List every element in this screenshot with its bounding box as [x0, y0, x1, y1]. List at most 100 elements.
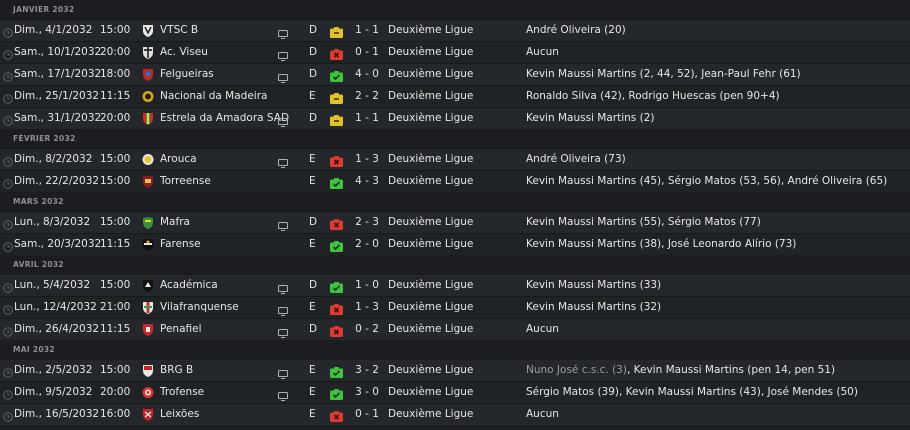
match-score[interactable]: 1 - 1 — [343, 20, 391, 41]
match-score[interactable]: 1 - 3 — [343, 149, 391, 170]
match-score[interactable]: 0 - 1 — [343, 42, 391, 63]
competition-link[interactable]: Deuxième Ligue — [388, 86, 473, 107]
match-date: Sam., 17/1/2032 — [14, 68, 102, 80]
match-row[interactable]: Dim., 25/1/2032 11:15 Nacional da Madeira E… — [0, 85, 910, 107]
competition-link[interactable]: Deuxième Ligue — [388, 382, 473, 403]
match-row[interactable]: Dim., 16/5/2032 16:00 Leixões E 0 - 1 Deuxièm… — [0, 403, 910, 425]
draw-result-icon — [330, 91, 343, 104]
competition-link[interactable]: Deuxième Ligue — [388, 108, 473, 129]
loss-result-icon — [330, 154, 343, 167]
viseu-crest-icon — [142, 46, 154, 59]
scorers-text: , Kevin Maussi Martins (pen 14, pen 51) — [626, 364, 836, 376]
competition-link[interactable]: Deuxième Ligue — [388, 171, 473, 192]
competition-link[interactable]: Deuxième Ligue — [388, 234, 473, 255]
farense-crest-icon — [142, 238, 154, 251]
match-date: Dim., 25/1/2032 — [14, 90, 100, 102]
match-row[interactable]: Lun., 5/4/2032 15:00 Académica D 1 - 0 Deuxiè… — [0, 274, 910, 296]
match-date: Sam., 10/1/2032 — [14, 46, 102, 58]
opponent-link[interactable]: Ac. Viseu — [160, 42, 208, 63]
arouca-crest-icon — [142, 153, 154, 166]
match-score[interactable]: 4 - 0 — [343, 64, 391, 85]
match-score[interactable]: 3 - 2 — [343, 360, 391, 381]
match-score[interactable]: 0 - 1 — [343, 404, 391, 425]
opponent-link[interactable]: Estrela da Amadora SAD — [160, 108, 289, 129]
venue-indicator: D — [309, 24, 318, 36]
match-score[interactable]: 4 - 3 — [343, 171, 391, 192]
match-row[interactable]: Dim., 26/4/2032 11:15 Penafiel D 0 - 2 Deuxiè… — [0, 318, 910, 340]
match-time: 18:00 — [100, 68, 131, 80]
match-time: 20:00 — [100, 112, 131, 124]
venue-indicator: D — [309, 279, 318, 291]
opponent-link[interactable]: Penafiel — [160, 319, 202, 340]
opponent-link[interactable]: Torreense — [160, 171, 211, 192]
scorers-text: Kevin Maussi Martins (33) — [526, 279, 662, 291]
clock-icon — [3, 365, 13, 378]
clock-icon — [3, 239, 13, 252]
match-row[interactable]: Sam., 17/1/2032 18:00 Felgueiras D 4 - 0 Deux… — [0, 63, 910, 85]
match-time: 11:15 — [100, 90, 131, 102]
match-date: Dim., 2/5/2032 — [14, 364, 93, 376]
match-row[interactable]: Dim., 4/1/2032 15:00 VTSC B D 1 - 1 Deuxième … — [0, 19, 910, 41]
match-row[interactable]: Dim., 8/2/2032 15:00 Arouca E 1 - 3 Deuxième … — [0, 148, 910, 170]
competition-link[interactable]: Deuxième Ligue — [388, 319, 473, 340]
loss-result-icon — [330, 47, 343, 60]
scorers-text: Aucun — [526, 323, 559, 335]
match-row[interactable]: Sam., 31/1/2032 20:00 Estrela da Amadora S… — [0, 107, 910, 129]
opponent-link[interactable]: Nacional da Madeira — [160, 86, 267, 107]
match-score[interactable]: 1 - 1 — [343, 108, 391, 129]
opponent-link[interactable]: Leixões — [160, 404, 199, 425]
match-score[interactable]: 0 - 2 — [343, 319, 391, 340]
competition-link[interactable]: Deuxième Ligue — [388, 149, 473, 170]
competition-link[interactable]: Deuxième Ligue — [388, 360, 473, 381]
venue-indicator: D — [309, 46, 318, 58]
match-date: Sam., 20/3/2032 — [14, 238, 102, 250]
match-score[interactable]: 1 - 0 — [343, 275, 391, 296]
match-row[interactable]: Lun., 8/3/2032 15:00 Mafra D 2 - 3 Deuxième L… — [0, 211, 910, 233]
scorers-text: Kevin Maussi Martins (32) — [526, 301, 662, 313]
opponent-link[interactable]: Trofense — [160, 382, 204, 403]
match-score[interactable]: 2 - 2 — [343, 86, 391, 107]
scorers-text: Sérgio Matos (39), Kevin Maussi Martins … — [526, 386, 858, 398]
competition-link[interactable]: Deuxième Ligue — [388, 404, 473, 425]
match-row[interactable]: Dim., 9/5/2032 20:00 Trofense E 3 - 0 Deuxièm… — [0, 381, 910, 403]
competition-link[interactable]: Deuxième Ligue — [388, 275, 473, 296]
venue-indicator: D — [309, 323, 318, 335]
opponent-link[interactable]: VTSC B — [160, 20, 198, 41]
tv-icon — [278, 114, 288, 127]
penafiel-crest-icon — [142, 323, 154, 336]
academica-crest-icon — [142, 279, 154, 292]
vila-crest-icon — [142, 301, 154, 314]
opponent-link[interactable]: Felgueiras — [160, 64, 214, 85]
clock-icon — [3, 387, 13, 400]
venue-indicator: D — [309, 216, 318, 228]
match-row[interactable]: Sam., 20/3/2032 11:15 Farense E 2 - 0 Deuxièm… — [0, 233, 910, 255]
tv-icon — [278, 281, 288, 294]
match-score[interactable]: 2 - 3 — [343, 212, 391, 233]
match-row[interactable]: Dim., 2/5/2032 15:00 BRG B E 3 - 2 Deuxième L… — [0, 359, 910, 381]
venue-indicator: E — [309, 386, 316, 398]
competition-link[interactable]: Deuxième Ligue — [388, 64, 473, 85]
match-row[interactable]: Dim., 22/2/2032 15:00 Torreense E 4 - 3 Deuxi… — [0, 170, 910, 192]
match-score[interactable]: 2 - 0 — [343, 234, 391, 255]
opponent-link[interactable]: Vilafranquense — [160, 297, 239, 318]
match-score[interactable]: 1 - 3 — [343, 297, 391, 318]
opponent-link[interactable]: BRG B — [160, 360, 193, 381]
month-header: FÉVRIER 2032 — [0, 129, 910, 148]
opponent-link[interactable]: Mafra — [160, 212, 190, 233]
match-row[interactable]: Sam., 10/1/2032 20:00 Ac. Viseu D 0 - 1 Deuxi… — [0, 41, 910, 63]
competition-link[interactable]: Deuxième Ligue — [388, 20, 473, 41]
competition-link[interactable]: Deuxième Ligue — [388, 42, 473, 63]
opponent-link[interactable]: Arouca — [160, 149, 197, 170]
clock-icon — [3, 280, 13, 293]
opponent-link[interactable]: Académica — [160, 275, 218, 296]
match-score[interactable]: 3 - 0 — [343, 382, 391, 403]
match-time: 11:15 — [100, 238, 131, 250]
opponent-link[interactable]: Farense — [160, 234, 201, 255]
match-time: 21:00 — [100, 301, 131, 313]
match-row[interactable]: Lun., 12/4/2032 21:00 Vilafranquense E 1 - 3… — [0, 296, 910, 318]
match-time: 20:00 — [100, 386, 131, 398]
competition-link[interactable]: Deuxième Ligue — [388, 297, 473, 318]
scorers-text: Kevin Maussi Martins (2) — [526, 112, 655, 124]
venue-indicator: E — [309, 153, 316, 165]
competition-link[interactable]: Deuxième Ligue — [388, 212, 473, 233]
